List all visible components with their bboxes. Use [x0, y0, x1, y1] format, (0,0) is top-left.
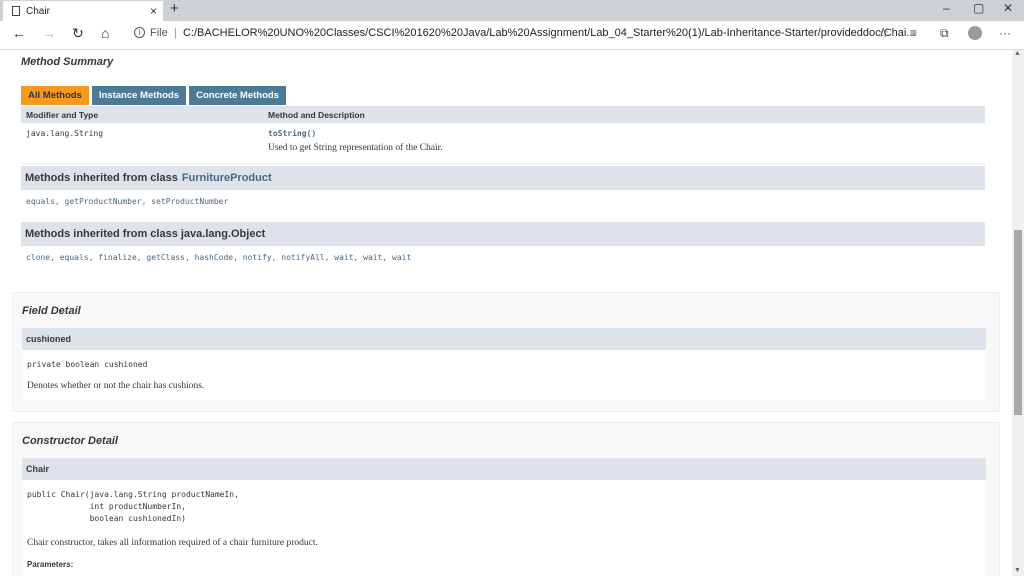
table-row: java.lang.String toString() Used to get …	[21, 123, 985, 164]
parameters-label: Parameters:	[27, 560, 74, 569]
scroll-up-icon[interactable]: ▲	[1014, 50, 1021, 57]
method-link-tostring[interactable]: toString()	[268, 129, 316, 138]
method-tabs: All Methods Instance Methods Concrete Me…	[21, 86, 286, 105]
profile-icon[interactable]	[968, 26, 982, 40]
home-icon[interactable]: ⌂	[101, 25, 109, 41]
scrollbar-thumb[interactable]	[1014, 230, 1022, 415]
favorite-star-icon[interactable]: ☆	[878, 26, 889, 40]
tab-close-button[interactable]: ×	[150, 4, 157, 18]
constructor-name-header: Chair	[22, 458, 986, 480]
tab-instance-methods[interactable]: Instance Methods	[91, 86, 187, 105]
address-bar: ← → ↻ ⌂ i File | C:/BACHELOR%20UNO%20Cla…	[0, 21, 1024, 50]
column-header-modifier: Modifier and Type	[21, 106, 263, 123]
scroll-down-icon[interactable]: ▼	[1014, 567, 1021, 574]
title-bar: Chair × + – ▢ ✕	[0, 0, 1024, 21]
modifier-type: java.lang.String	[26, 129, 104, 138]
inherited-methods-list[interactable]: equals, getProductNumber, setProductNumb…	[26, 197, 228, 206]
inherited-header-object: Methods inherited from class java.lang.O…	[21, 222, 985, 246]
back-icon[interactable]: ←	[12, 25, 26, 41]
url-separator: |	[174, 27, 177, 39]
url-field[interactable]: C:/BACHELOR%20UNO%20Classes/CSCI%201620%…	[183, 27, 916, 39]
browser-tab[interactable]: Chair ×	[3, 1, 163, 21]
inherited-methods-list[interactable]: clone, equals, finalize, getClass, hashC…	[26, 253, 411, 262]
constructor-description: Chair constructor, takes all information…	[27, 538, 318, 548]
collections-icon[interactable]: ⧉	[940, 26, 949, 41]
method-summary-section: Method Summary All Methods Instance Meth…	[12, 50, 1000, 280]
document-icon	[12, 6, 20, 16]
tab-concrete-methods[interactable]: Concrete Methods	[189, 86, 286, 105]
method-summary-title: Method Summary	[21, 56, 114, 68]
constructor-detail-section: Constructor Detail Chair public Chair(ja…	[12, 422, 1000, 576]
vertical-scrollbar[interactable]: ▲ ▼	[1012, 50, 1024, 576]
constructor-detail-title: Constructor Detail	[22, 435, 118, 447]
furnitureproduct-link[interactable]: FurnitureProduct	[182, 172, 272, 184]
method-description: Used to get String representation of the…	[268, 143, 443, 153]
tab-title: Chair	[26, 5, 50, 17]
more-icon[interactable]: ···	[999, 26, 1011, 40]
method-cell: toString() Used to get String representa…	[263, 123, 985, 164]
modifier-cell: java.lang.String	[21, 123, 263, 164]
field-signature: private boolean cushioned	[27, 360, 148, 369]
field-name-header: cushioned	[22, 328, 986, 350]
url-prefix: File	[150, 27, 168, 39]
refresh-icon[interactable]: ↻	[72, 25, 84, 42]
field-detail-section: Field Detail cushioned private boolean c…	[12, 292, 1000, 412]
method-summary-table: Modifier and Type Method and Description…	[21, 106, 985, 164]
field-detail-body: private boolean cushioned Denotes whethe…	[22, 350, 986, 400]
field-detail-title: Field Detail	[22, 305, 81, 317]
info-icon[interactable]: i	[134, 27, 145, 38]
page-content: Method Summary All Methods Instance Meth…	[0, 50, 1012, 576]
tab-all-methods[interactable]: All Methods	[21, 86, 89, 105]
column-header-method: Method and Description	[263, 106, 985, 123]
inherited-label: Methods inherited from class java.lang.O…	[25, 228, 266, 240]
forward-icon[interactable]: →	[42, 25, 56, 41]
minimize-icon[interactable]: –	[943, 1, 950, 15]
constructor-signature: public Chair(java.lang.String productNam…	[27, 490, 239, 523]
favorites-list-icon[interactable]: ≡	[910, 26, 917, 40]
constructor-detail-body: public Chair(java.lang.String productNam…	[22, 480, 986, 576]
maximize-icon[interactable]: ▢	[973, 1, 984, 15]
new-tab-button[interactable]: +	[170, 0, 179, 17]
inherited-header-furnitureproduct: Methods inherited from class FurniturePr…	[21, 166, 985, 190]
close-icon[interactable]: ✕	[1003, 1, 1013, 15]
table-header-row: Modifier and Type Method and Description	[21, 106, 985, 123]
field-description: Denotes whether or not the chair has cus…	[27, 381, 205, 391]
inherited-label: Methods inherited from class	[25, 172, 178, 184]
